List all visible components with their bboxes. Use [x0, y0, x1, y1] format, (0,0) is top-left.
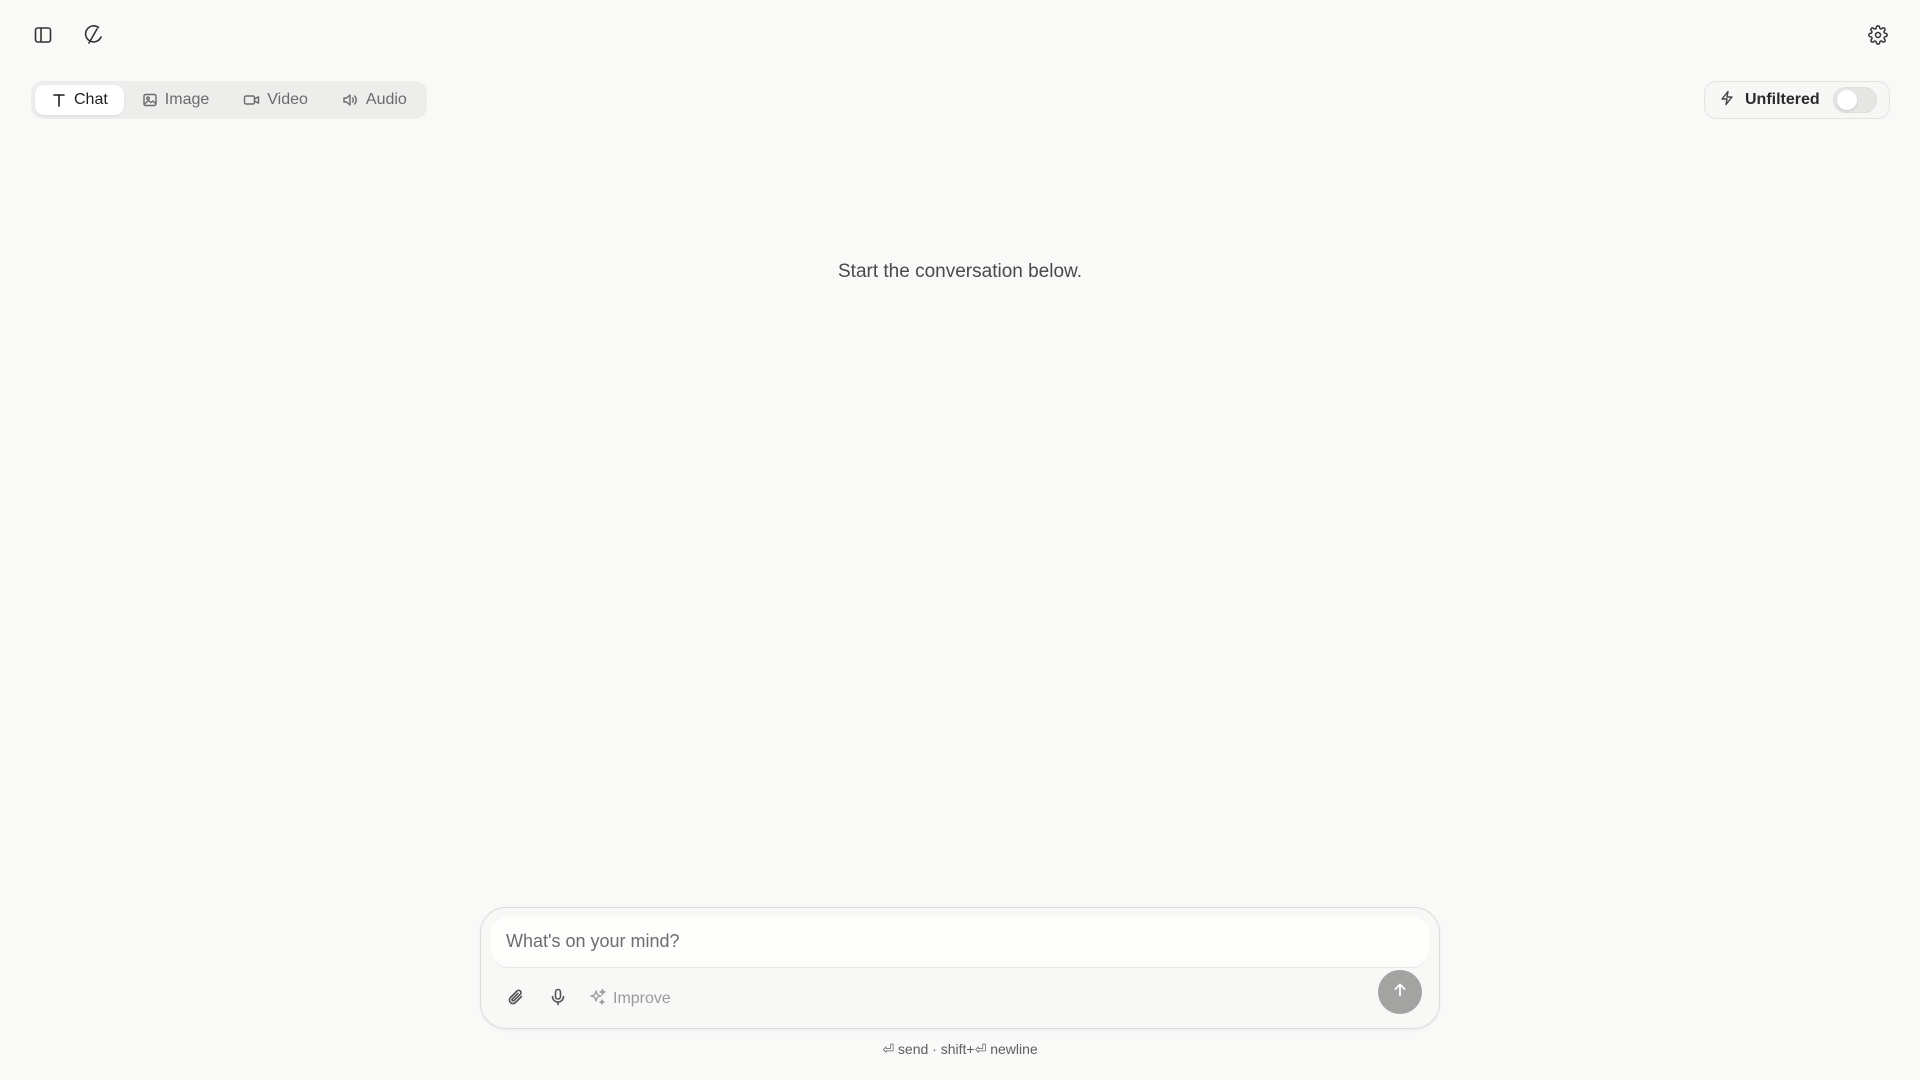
tab-image-label: Image: [164, 91, 210, 108]
composer-input-wrap: [491, 916, 1429, 968]
sidebar-panel-icon: [33, 25, 53, 45]
tab-video-label: Video: [267, 91, 308, 108]
improve-button[interactable]: Improve: [583, 982, 677, 1016]
image-icon: [142, 92, 158, 108]
lightning-bolt-icon: [1719, 90, 1735, 111]
speaker-icon: [342, 92, 359, 108]
sidebar-toggle-button[interactable]: [26, 18, 60, 52]
tab-audio[interactable]: Audio: [326, 85, 423, 115]
settings-button[interactable]: [1861, 18, 1895, 52]
gear-icon: [1868, 25, 1888, 45]
text-T-icon: [51, 92, 67, 108]
send-button[interactable]: [1378, 970, 1422, 1014]
tab-audio-label: Audio: [365, 91, 407, 108]
switch-knob: [1837, 90, 1857, 110]
arrow-up-icon: [1391, 981, 1409, 1004]
empty-state-message: Start the conversation below.: [838, 261, 1082, 282]
paperclip-icon: [506, 987, 526, 1012]
new-chat-logo-icon: [82, 23, 106, 47]
unfiltered-label: Unfiltered: [1745, 91, 1820, 108]
app-page: Chat Image Video Audio Unfiltered Start …: [0, 0, 1920, 1080]
composer-actions: Improve: [499, 982, 677, 1016]
improve-label: Improve: [613, 990, 671, 1007]
message-input[interactable]: [491, 916, 1429, 967]
message-composer: Improve: [480, 907, 1440, 1029]
tab-video[interactable]: Video: [227, 85, 324, 115]
microphone-icon: [548, 987, 568, 1012]
tab-chat-label: Chat: [74, 91, 108, 108]
unfiltered-toggle[interactable]: Unfiltered: [1704, 81, 1890, 119]
microphone-button[interactable]: [541, 982, 575, 1016]
sparkles-icon: [589, 988, 607, 1011]
new-chat-button[interactable]: [77, 18, 111, 52]
keyboard-hint: ⏎ send · shift+⏎ newline: [882, 1041, 1038, 1057]
attach-button[interactable]: [499, 982, 533, 1016]
tab-image[interactable]: Image: [126, 85, 225, 115]
mode-tabs: Chat Image Video Audio: [31, 81, 427, 119]
unfiltered-switch[interactable]: [1833, 87, 1877, 113]
video-camera-icon: [243, 92, 260, 108]
tab-chat[interactable]: Chat: [35, 85, 124, 115]
